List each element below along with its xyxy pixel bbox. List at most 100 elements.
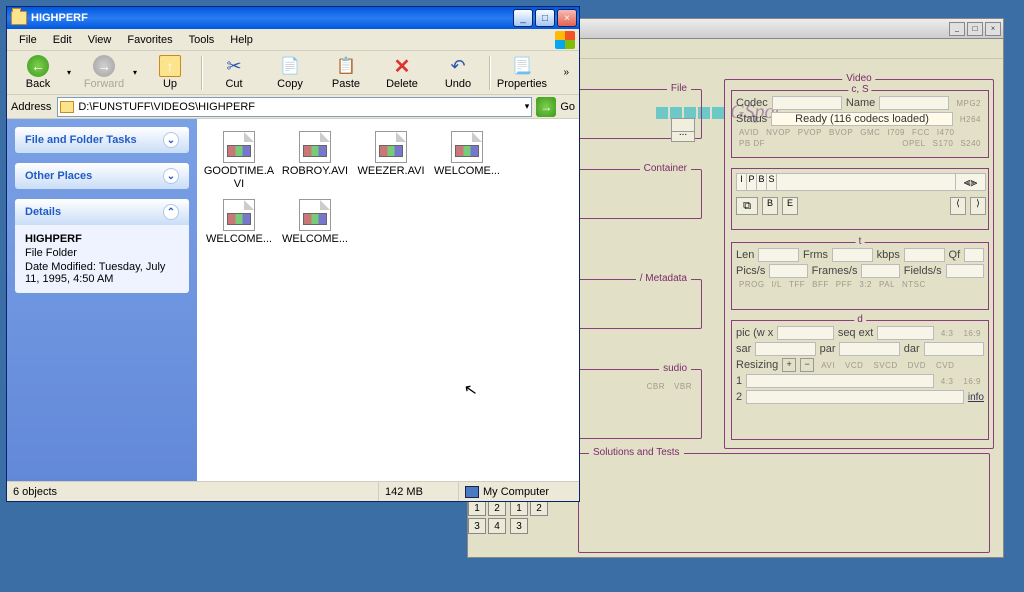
menu-help[interactable]: Help <box>222 32 261 48</box>
file-item[interactable]: WEEZER.AVI <box>353 131 429 191</box>
file-tasks-header[interactable]: File and Folder Tasks ⌄ <box>15 127 189 153</box>
file-label: WELCOME... <box>282 233 348 246</box>
btn-1[interactable]: 1 <box>468 500 486 516</box>
paste-button[interactable]: Paste <box>319 53 373 93</box>
i470-badge: I470 <box>934 128 958 137</box>
up-button[interactable]: ↑Up <box>143 53 197 93</box>
vbr-badge: VBR <box>671 382 695 391</box>
line2-label: 2 <box>736 391 742 403</box>
undo-button[interactable]: ↶Undo <box>431 53 485 93</box>
explorer-menubar: File Edit View Favorites Tools Help <box>7 29 579 51</box>
status-bar: 6 objects 142 MB My Computer <box>7 481 579 501</box>
btn-a2[interactable]: 2 <box>530 500 548 516</box>
pics-label: Pics/s <box>736 265 765 277</box>
maximize-button[interactable]: □ <box>967 22 983 36</box>
details-header[interactable]: Details ⌃ <box>15 199 189 225</box>
cbr-badge: CBR <box>644 382 668 391</box>
menu-favorites[interactable]: Favorites <box>119 32 180 48</box>
menu-file[interactable]: File <box>11 32 45 48</box>
btn-2[interactable]: 2 <box>488 500 506 516</box>
kbps-value <box>904 248 945 262</box>
btn-a3[interactable]: 3 <box>510 518 528 534</box>
minimize-button[interactable]: _ <box>513 9 533 27</box>
chevron-down-icon: ⌄ <box>163 132 179 148</box>
t-legend: t <box>856 236 865 247</box>
par-value <box>839 342 899 356</box>
btn-4[interactable]: 4 <box>488 518 506 534</box>
s170-badge: S170 <box>930 139 957 148</box>
vis-subgroup: I P B S ⫷⫸ ⧉ B E ⟨ ⟩ <box>731 168 989 230</box>
seqext-value <box>877 326 934 340</box>
go-button[interactable]: → <box>536 97 556 117</box>
d-legend: d <box>854 314 866 325</box>
resize-plus-button[interactable]: + <box>782 358 796 372</box>
forward-dropdown[interactable]: ▾ <box>133 68 141 77</box>
goto-e-button[interactable]: E <box>782 197 798 215</box>
container-group: Container <box>578 169 702 219</box>
address-dropdown[interactable]: ▾ <box>525 101 530 112</box>
info-link[interactable]: info <box>968 392 984 403</box>
menu-tools[interactable]: Tools <box>181 32 223 48</box>
go-label: Go <box>560 101 575 113</box>
video-file-icon <box>223 131 255 163</box>
file-item[interactable]: WELCOME... <box>201 199 277 246</box>
zoom-icon[interactable]: ⧉ <box>736 197 758 215</box>
resize-minus-button[interactable]: − <box>800 358 814 372</box>
goto-b-button[interactable]: B <box>762 197 778 215</box>
line1-label: 1 <box>736 375 742 387</box>
back-button[interactable]: ←Back <box>11 53 65 93</box>
delete-button[interactable]: ✕Delete <box>375 53 429 93</box>
close-button[interactable]: × <box>985 22 1001 36</box>
pvop-badge: PVOP <box>795 128 825 137</box>
forward-button[interactable]: →Forward <box>77 53 131 93</box>
copy-button[interactable]: Copy <box>263 53 317 93</box>
file-view[interactable]: GOODTIME.AVI ROBROY.AVI WEEZER.AVI WELCO… <box>197 119 579 481</box>
close-button[interactable]: × <box>557 9 577 27</box>
seek-prev-button[interactable]: ⟨ <box>950 197 966 215</box>
file-item[interactable]: WELCOME... <box>277 199 353 246</box>
file-label: GOODTIME.AVI <box>201 165 277 191</box>
properties-button[interactable]: Properties <box>495 53 549 93</box>
explorer-titlebar[interactable]: HIGHPERF _ □ × <box>7 7 579 29</box>
cut-button[interactable]: Cut <box>207 53 261 93</box>
len-label: Len <box>736 249 754 261</box>
ar43-badge: 4:3 <box>938 329 957 338</box>
file-item[interactable]: GOODTIME.AVI <box>201 131 277 191</box>
fields-value <box>946 264 984 278</box>
pics-value <box>769 264 807 278</box>
status-label: Status <box>736 113 767 125</box>
gmc-badge: GMC <box>857 128 883 137</box>
file-item[interactable]: ROBROY.AVI <box>277 131 353 191</box>
menu-edit[interactable]: Edit <box>45 32 80 48</box>
name-label: Name <box>846 97 875 109</box>
len-value <box>758 248 799 262</box>
bff-badge: BFF <box>809 280 832 289</box>
ntsc-badge: NTSC <box>899 280 929 289</box>
file-label: WEEZER.AVI <box>357 165 424 178</box>
status-location: My Computer <box>459 482 579 501</box>
back-dropdown[interactable]: ▾ <box>67 68 75 77</box>
cs-legend: c, S <box>848 84 871 95</box>
minimize-button[interactable]: _ <box>949 22 965 36</box>
line1-value <box>746 374 934 388</box>
btn-3[interactable]: 3 <box>468 518 486 534</box>
toolbar-overflow[interactable]: » <box>563 67 575 78</box>
other-places-header[interactable]: Other Places ⌄ <box>15 163 189 189</box>
seek-next-button[interactable]: ⟩ <box>970 197 986 215</box>
details-body: HIGHPERF File Folder Date Modified: Tues… <box>15 225 189 293</box>
video-file-icon <box>299 131 331 163</box>
btn-a1[interactable]: 1 <box>510 500 528 516</box>
solutions-group: Solutions and Tests <box>578 453 990 553</box>
ar169-badge: 16:9 <box>960 329 984 338</box>
address-label: Address <box>11 101 53 113</box>
maximize-button[interactable]: □ <box>535 9 555 27</box>
chevron-down-icon: ⌄ <box>163 168 179 184</box>
pff-badge: PFF <box>833 280 856 289</box>
nvop-badge: NVOP <box>763 128 794 137</box>
frms-label: Frms <box>803 249 828 261</box>
menu-view[interactable]: View <box>80 32 120 48</box>
file-item[interactable]: WELCOME... <box>429 131 505 191</box>
sar-value <box>755 342 815 356</box>
address-input[interactable]: D:\FUNSTUFF\VIDEOS\HIGHPERF ▾ <box>57 97 532 117</box>
details-box: Details ⌃ HIGHPERF File Folder Date Modi… <box>15 199 189 293</box>
